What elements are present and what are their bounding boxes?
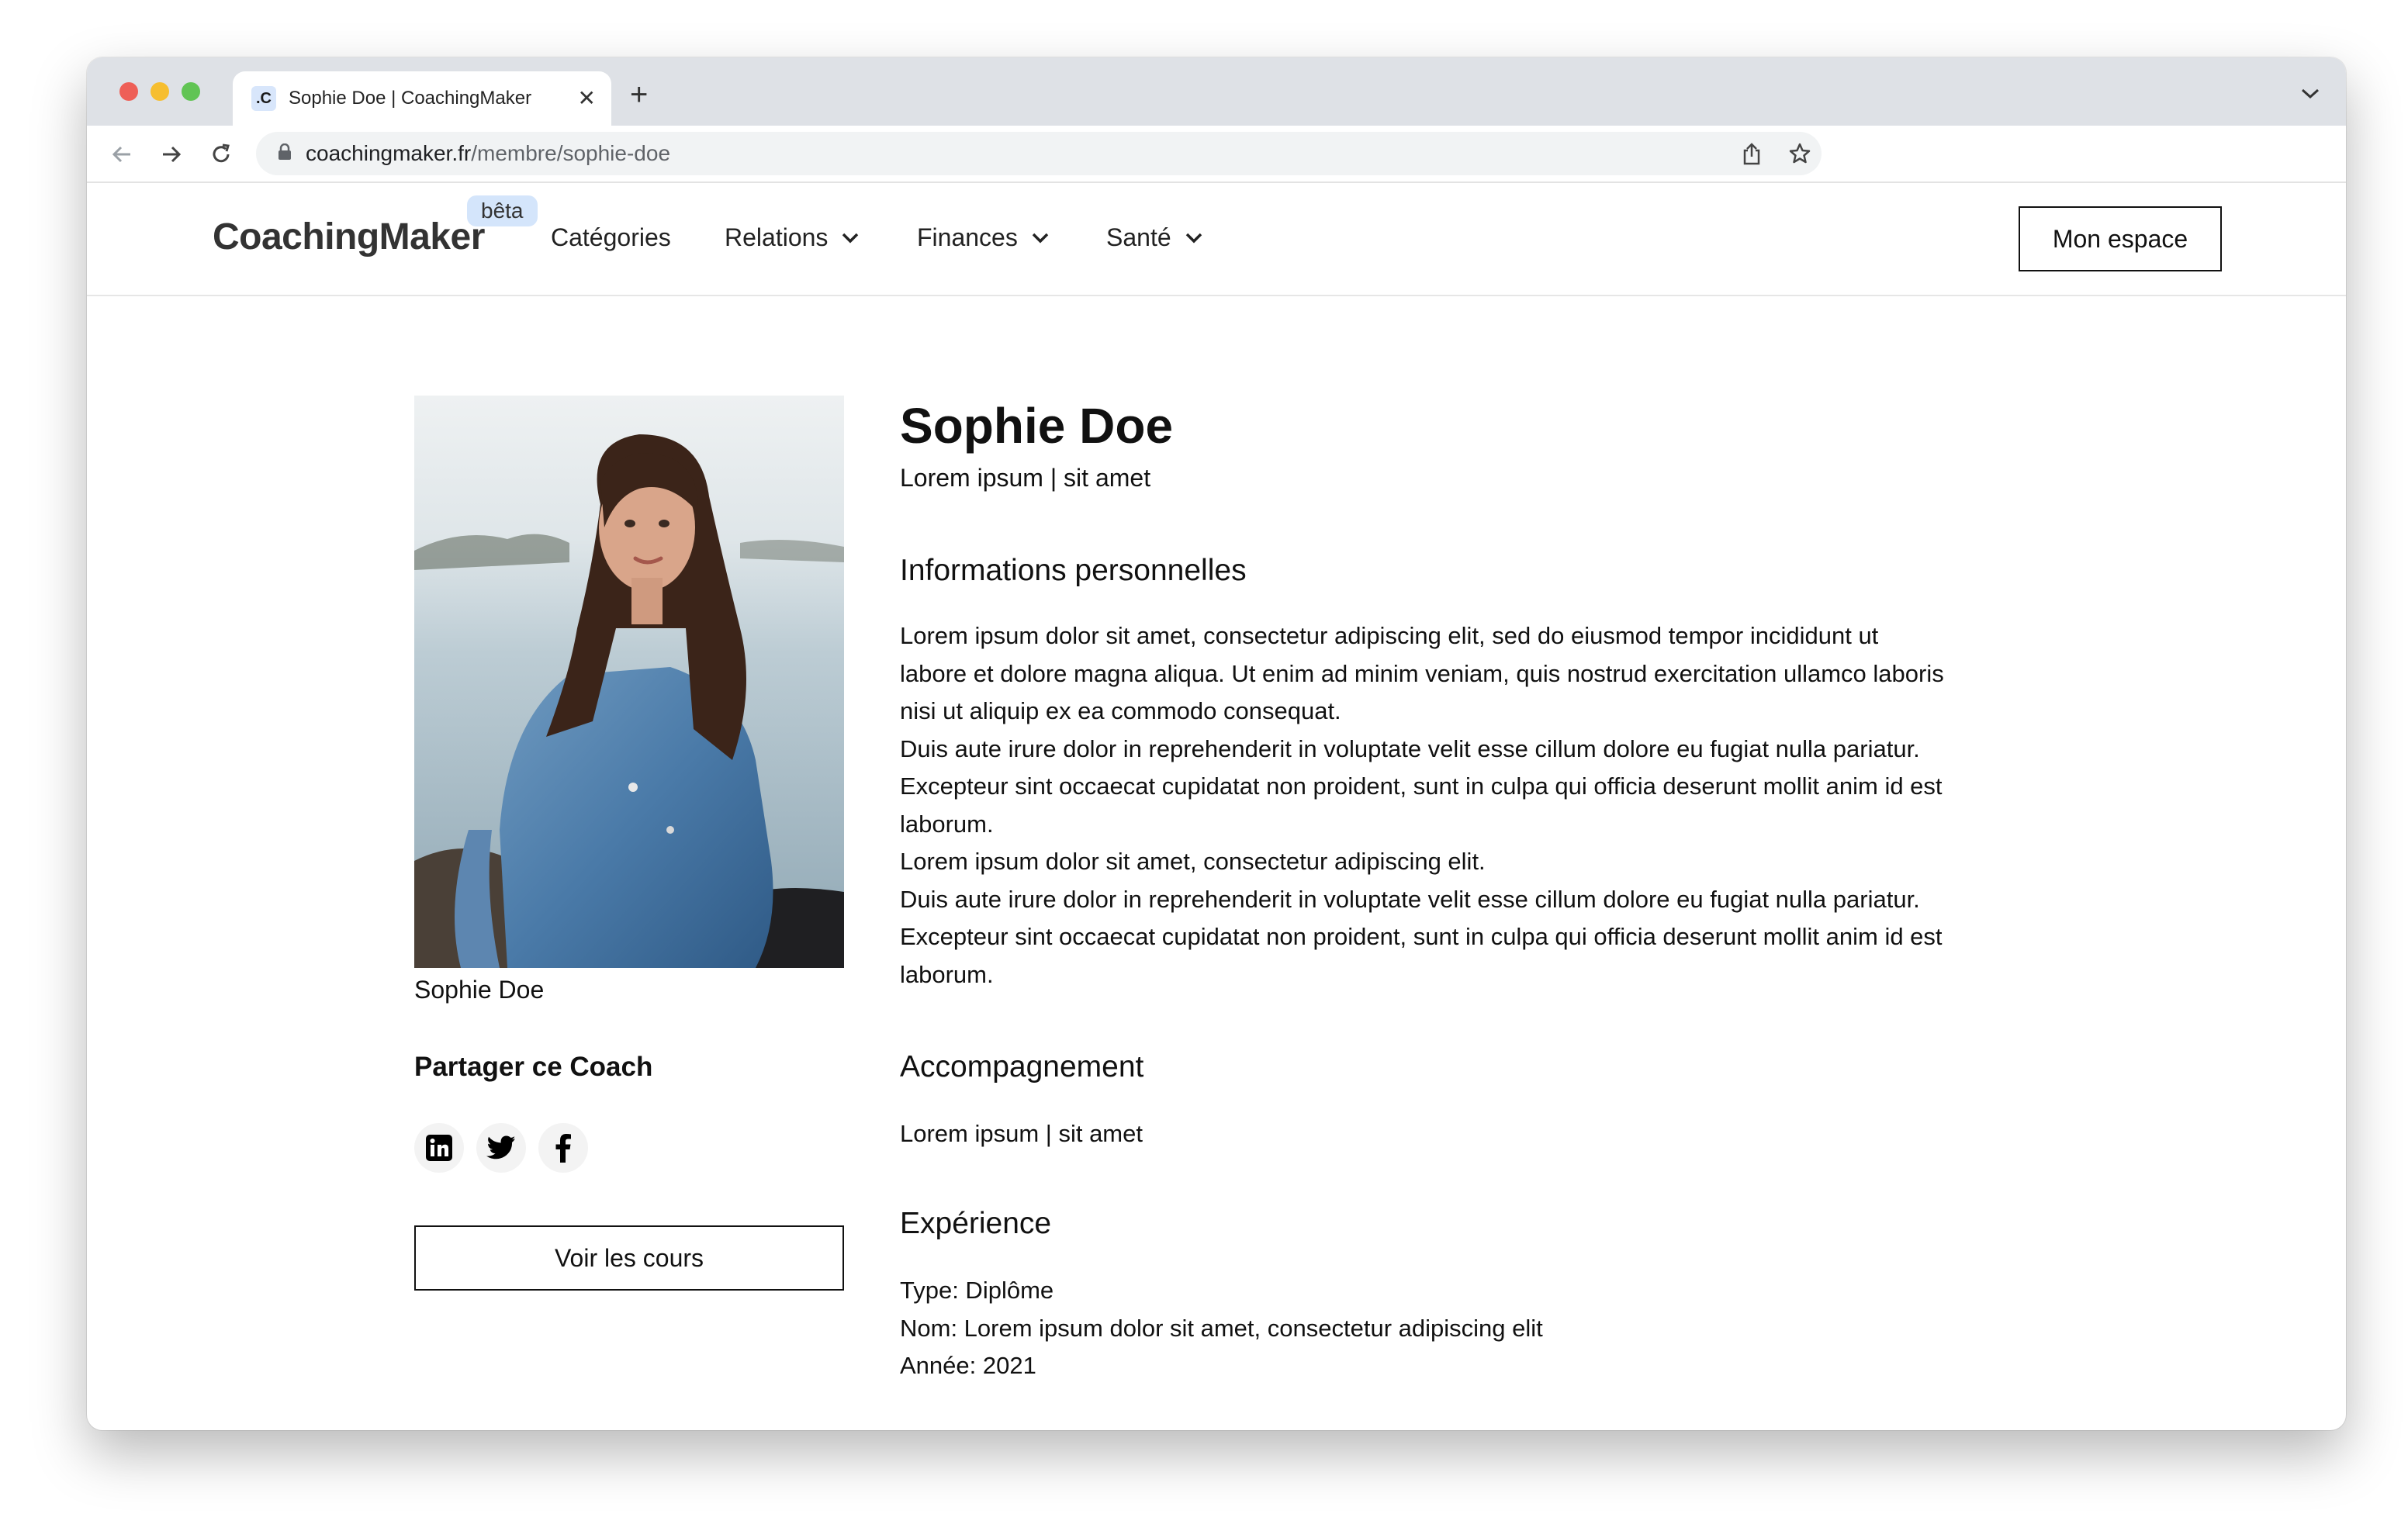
nav-item-categories[interactable]: Catégories [551,223,671,252]
photo-caption: Sophie Doe [414,976,545,1004]
personal-info-text: Lorem ipsum dolor sit amet, consectetur … [900,617,2033,994]
nav-label: Finances [917,223,1018,251]
text-line: Excepteur sint occaecat cupidatat non pr… [900,772,1943,800]
text-line: Duis aute irure dolor in reprehenderit i… [900,885,1920,913]
browser-tab[interactable]: .C Sophie Doe | CoachingMaker ✕ [233,71,611,126]
nav-item-sante[interactable]: Santé [1106,223,1202,252]
text-line: laborum. [900,810,994,838]
text-line: Lorem ipsum | sit amet [900,1120,1143,1147]
experience-type: Type: Diplôme [900,1277,1054,1304]
tab-strip: .C Sophie Doe | CoachingMaker ✕ + [87,57,2346,126]
beta-badge: bêta [467,195,538,226]
lock-icon [278,143,292,164]
tab-close-icon[interactable]: ✕ [578,85,596,112]
accompagnement-text: Lorem ipsum | sit amet [900,1115,2033,1153]
reload-icon[interactable] [208,141,234,168]
forward-arrow-icon[interactable] [158,141,185,168]
site-logo[interactable]: CoachingMaker [213,216,485,258]
browser-window: .C Sophie Doe | CoachingMaker ✕ + coachi… [87,57,2346,1430]
share-icons [414,1123,588,1173]
site-header: CoachingMaker bêta Catégories Relations … [87,183,2346,296]
coach-subtitle: Lorem ipsum | sit amet [900,464,1151,492]
nav-item-relations[interactable]: Relations [725,223,859,252]
text-line: nisi ut aliquip ex ea commodo consequat. [900,697,1341,724]
mon-espace-button[interactable]: Mon espace [2019,206,2222,271]
chevron-down-icon [1185,233,1202,243]
bookmark-star-icon[interactable] [1786,140,1814,168]
new-tab-icon[interactable]: + [630,79,648,110]
chevron-down-icon [1032,233,1049,243]
tab-title: Sophie Doe | CoachingMaker [289,88,532,109]
text-line: Lorem ipsum dolor sit amet, consectetur … [900,622,1879,649]
share-title: Partager ce Coach [414,1052,653,1082]
text-line: labore et dolore magna aliqua. Ut enim a… [900,659,1944,687]
back-arrow-icon[interactable] [109,141,135,168]
maximize-window-button[interactable] [182,82,200,101]
experience-text: Type: Diplôme Nom: Lorem ipsum dolor sit… [900,1272,2033,1385]
twitter-icon[interactable] [476,1123,526,1173]
nav-label: Santé [1106,223,1171,251]
chevron-down-icon [842,233,859,243]
browser-toolbar: coachingmaker.fr/membre/sophie-doe [87,126,2346,183]
url-text: coachingmaker.fr/membre/sophie-doe [306,141,671,165]
experience-nom: Nom: Lorem ipsum dolor sit amet, consect… [900,1314,1543,1342]
text-line: laborum. [900,960,994,988]
text-line: Duis aute irure dolor in reprehenderit i… [900,734,1920,762]
facebook-icon[interactable] [538,1123,588,1173]
tab-search-chevron-icon[interactable] [2301,88,2320,103]
text-line: Lorem ipsum dolor sit amet, consectetur … [900,848,1486,875]
coach-name: Sophie Doe [900,398,1174,454]
address-bar[interactable]: coachingmaker.fr/membre/sophie-doe [256,132,1822,175]
text-line: Excepteur sint occaecat cupidatat non pr… [900,923,1943,950]
coach-photo [414,396,844,968]
close-window-button[interactable] [119,82,138,101]
nav-label: Relations [725,223,829,251]
tab-favicon-icon: .C [251,86,276,111]
accompagnement-title: Accompagnement [900,1050,1144,1083]
nav-label: Catégories [551,223,671,251]
experience-title: Expérience [900,1207,1052,1240]
linkedin-icon[interactable] [414,1123,464,1173]
personal-info-title: Informations personnelles [900,554,1247,587]
share-page-icon[interactable] [1738,140,1766,168]
minimize-window-button[interactable] [150,82,169,101]
experience-annee: Année: 2021 [900,1352,1036,1379]
voir-les-cours-button[interactable]: Voir les cours [414,1225,844,1291]
nav-item-finances[interactable]: Finances [917,223,1049,252]
